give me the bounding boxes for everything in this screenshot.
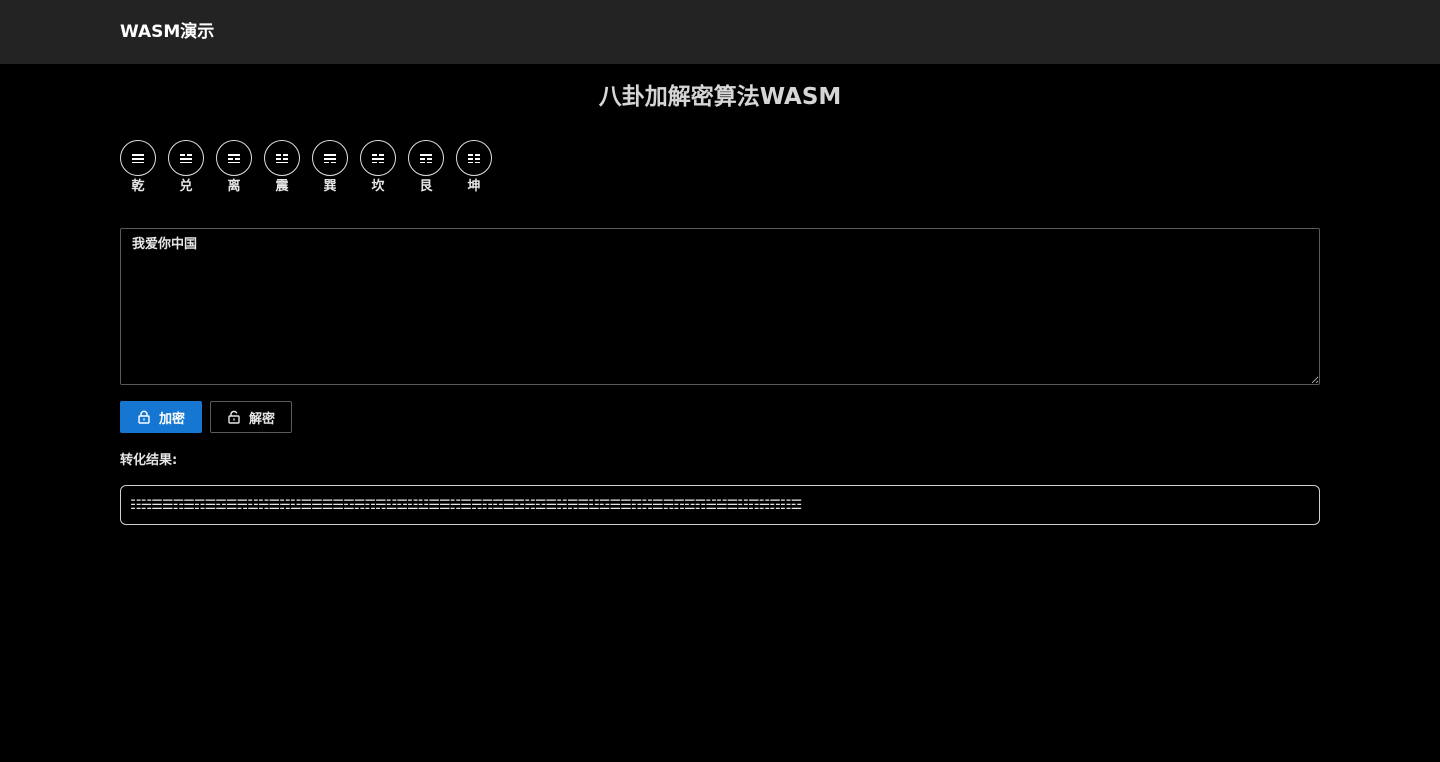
decrypt-button-label: 解密 [249,411,276,427]
trigram-label: 坎 [371,179,385,194]
page-title: 八卦加解密算法WASM [598,84,842,110]
top-navbar: WASM演示 [0,0,1440,64]
encrypt-button[interactable]: 加密 [120,401,202,433]
xun-trigram-icon[interactable] [312,140,348,176]
unlock-icon [227,410,241,424]
trigram-3[interactable]: 震 [264,140,300,198]
trigram-label: 震 [275,179,289,194]
result-output[interactable]: ☷☵☰☰☶☰☶☰☲☰☴☳☵☰☵☳☰☰☰☰☲☴☶☴☳☲☳☳☰☰☵☰☴☶☲☰☲☵☲☰… [120,485,1320,525]
decrypt-button[interactable]: 解密 [210,401,292,433]
trigram-label: 离 [227,179,241,194]
dui-trigram-icon[interactable] [168,140,204,176]
trigram-6[interactable]: 艮 [408,140,444,198]
trigram-7[interactable]: 坤 [456,140,492,198]
trigram-4[interactable]: 巽 [312,140,348,198]
trigram-2[interactable]: 离 [216,140,252,198]
result-label: 转化结果: [120,453,178,468]
encrypt-button-label: 加密 [159,411,186,427]
trigram-1[interactable]: 兑 [168,140,204,198]
trigram-label: 艮 [419,179,433,194]
text-input[interactable] [120,228,1320,385]
kan-trigram-icon[interactable] [360,140,396,176]
kun-trigram-icon[interactable] [456,140,492,176]
trigram-0[interactable]: 乾 [120,140,156,198]
lock-icon [137,410,151,424]
trigram-label: 兑 [179,179,193,194]
trigram-label: 巽 [323,179,337,194]
li-trigram-icon[interactable] [216,140,252,176]
gen-trigram-icon[interactable] [408,140,444,176]
zhen-trigram-icon[interactable] [264,140,300,176]
qian-trigram-icon[interactable] [120,140,156,176]
trigram-button-row: 乾兑离震巽坎艮坤 [120,140,520,200]
trigram-label: 坤 [467,179,481,194]
trigram-label: 乾 [131,179,145,194]
brand-logo-text[interactable]: WASM演示 [120,20,214,44]
trigram-5[interactable]: 坎 [360,140,396,198]
